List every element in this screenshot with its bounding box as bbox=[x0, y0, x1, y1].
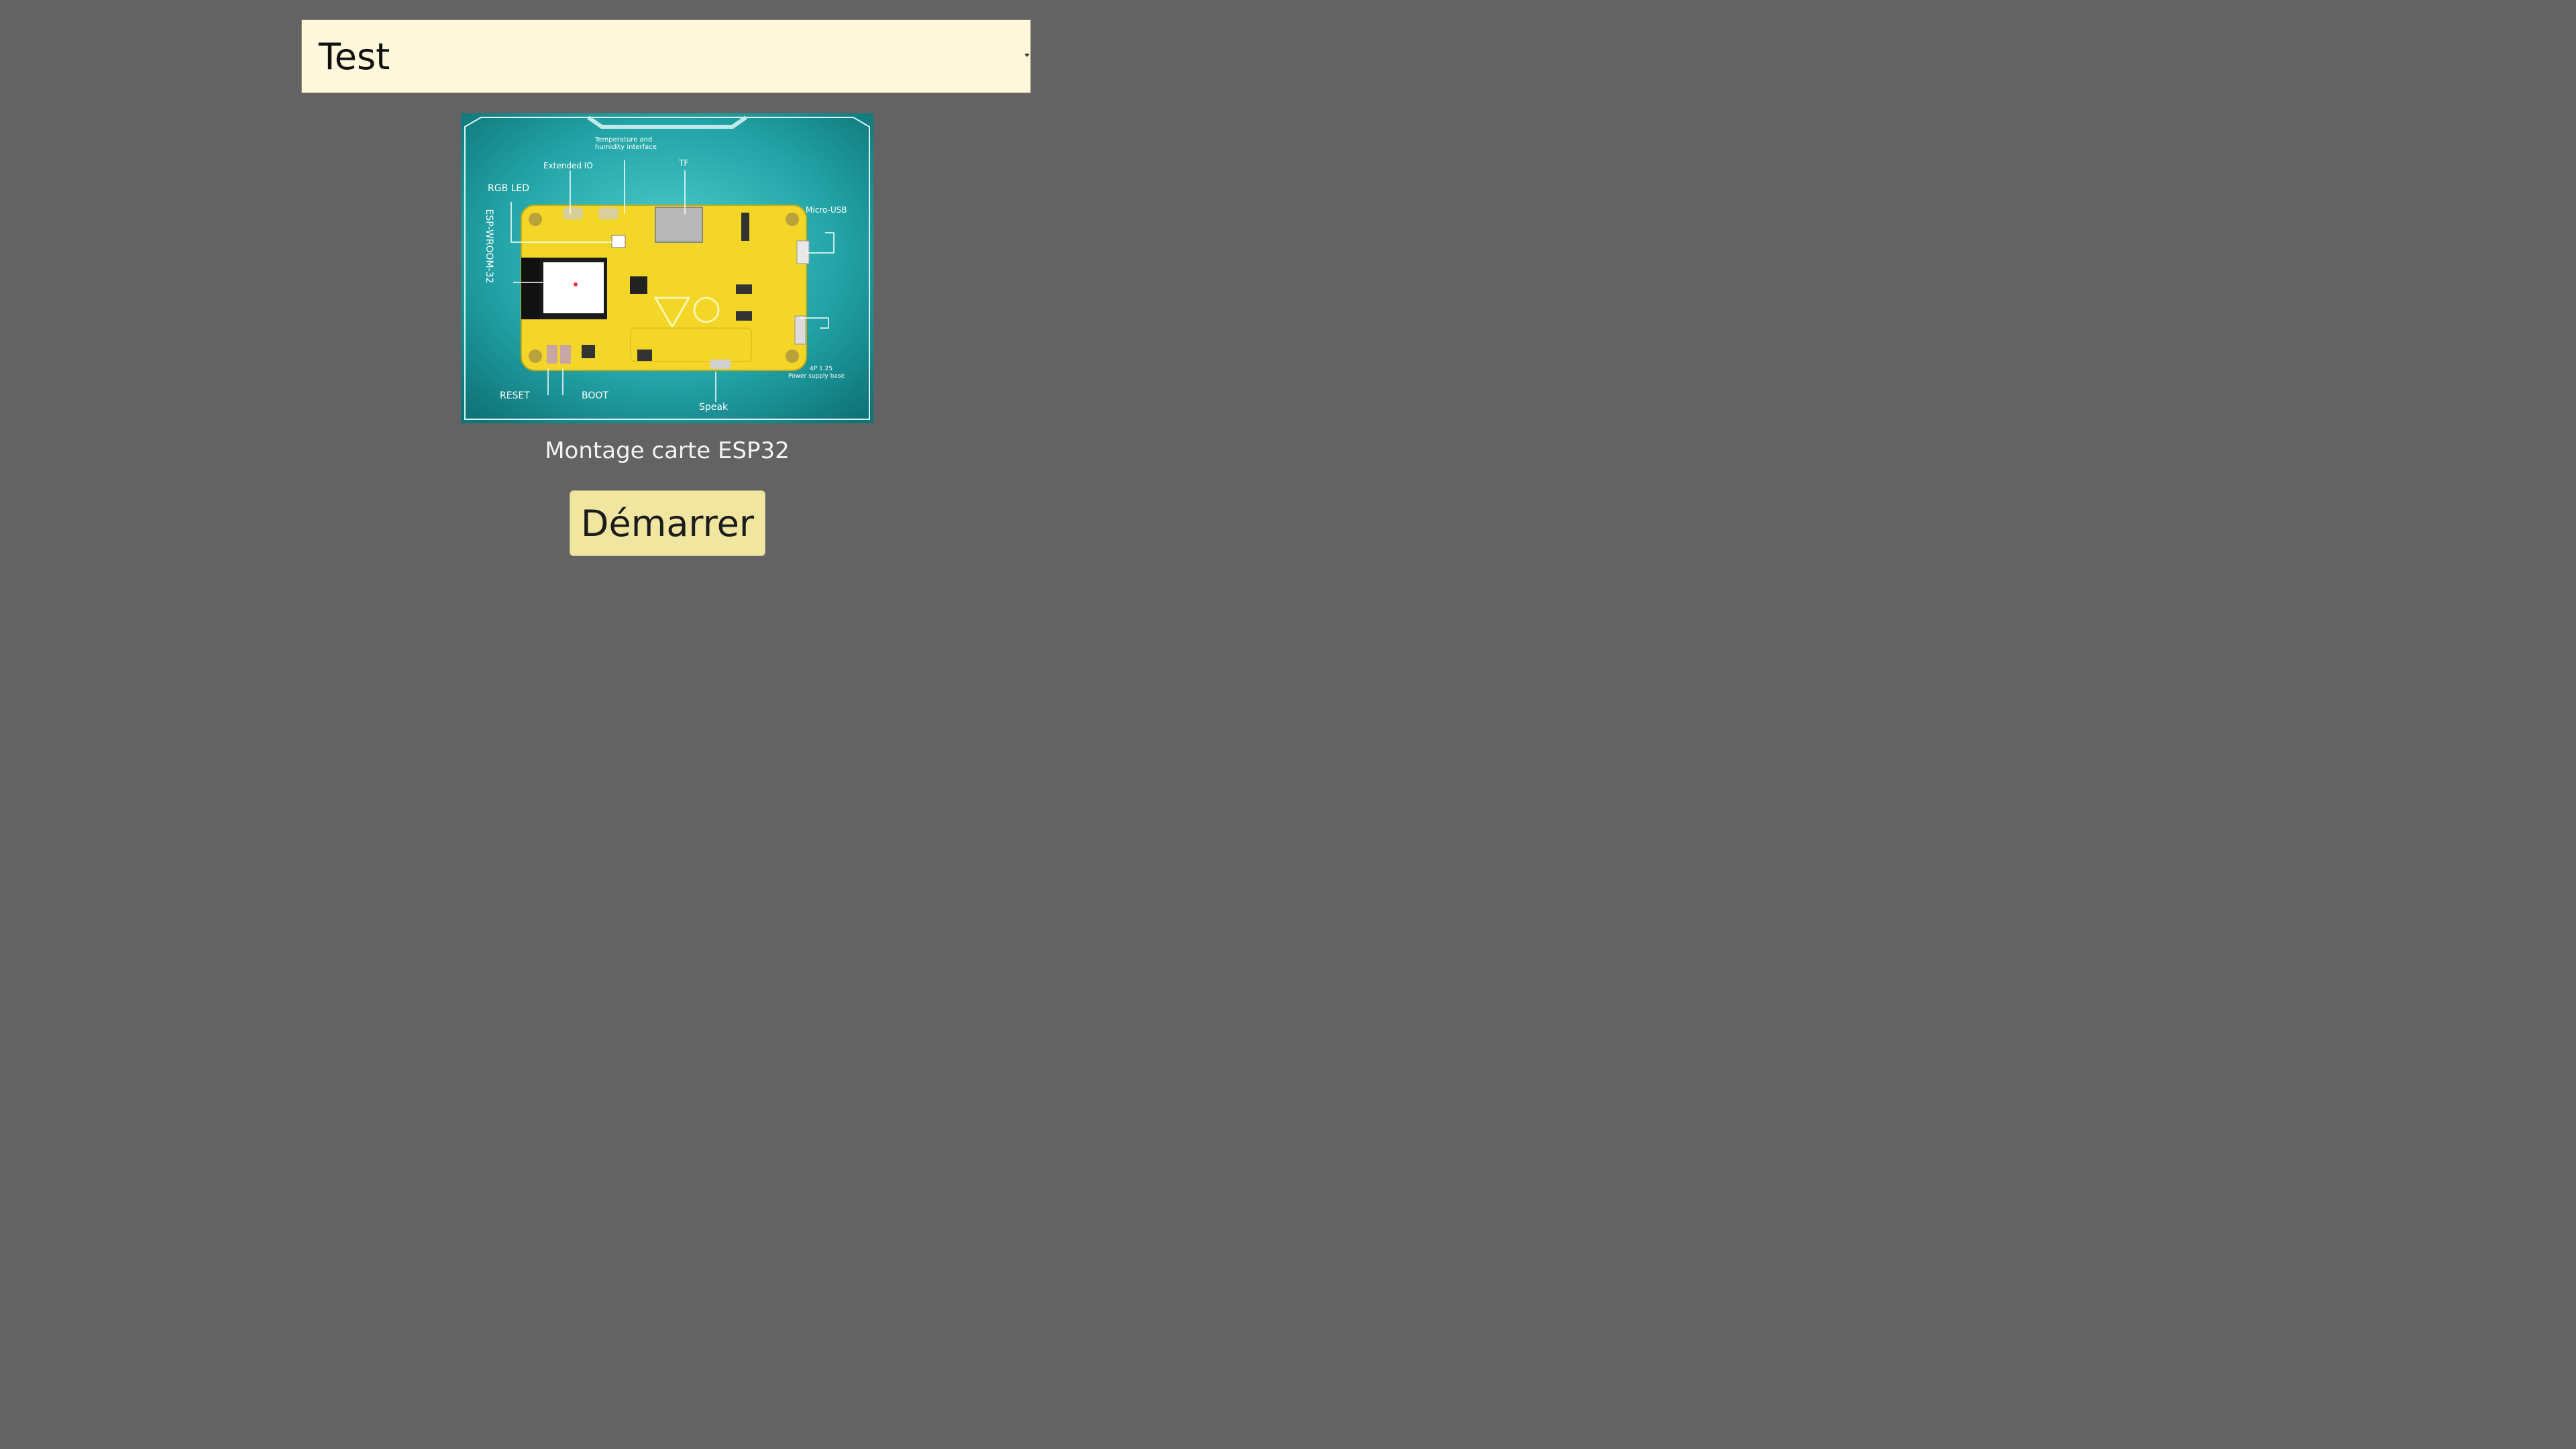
program-select-value: Test bbox=[319, 36, 390, 78]
label-power-2: Power supply base bbox=[788, 373, 845, 380]
label-power-1: 4P 1.25 bbox=[810, 366, 833, 372]
label-speak: Speak bbox=[699, 402, 729, 413]
label-temp-humidity-2: humidity interface bbox=[595, 144, 657, 151]
label-rgb-led: RGB LED bbox=[488, 183, 529, 194]
chevron-down-icon[interactable] bbox=[1024, 52, 1030, 58]
label-boot: BOOT bbox=[582, 390, 608, 401]
label-extended-io: Extended IO bbox=[543, 161, 593, 170]
label-micro-usb: Micro-USB bbox=[806, 205, 847, 215]
esp32-board-diagram: RGB LED Extended IO Temperature and humi… bbox=[461, 113, 873, 423]
label-reset: RESET bbox=[500, 390, 530, 401]
start-button[interactable]: Démarrer bbox=[570, 490, 765, 556]
circuit-board bbox=[521, 205, 810, 371]
program-select[interactable]: Test bbox=[301, 19, 1031, 93]
label-esp-module: ESP-WROOM-32 bbox=[484, 209, 494, 284]
label-temp-humidity-1: Temperature and bbox=[594, 136, 652, 144]
image-caption: Montage carte ESP32 bbox=[545, 437, 790, 464]
label-tf: TF bbox=[678, 158, 688, 168]
